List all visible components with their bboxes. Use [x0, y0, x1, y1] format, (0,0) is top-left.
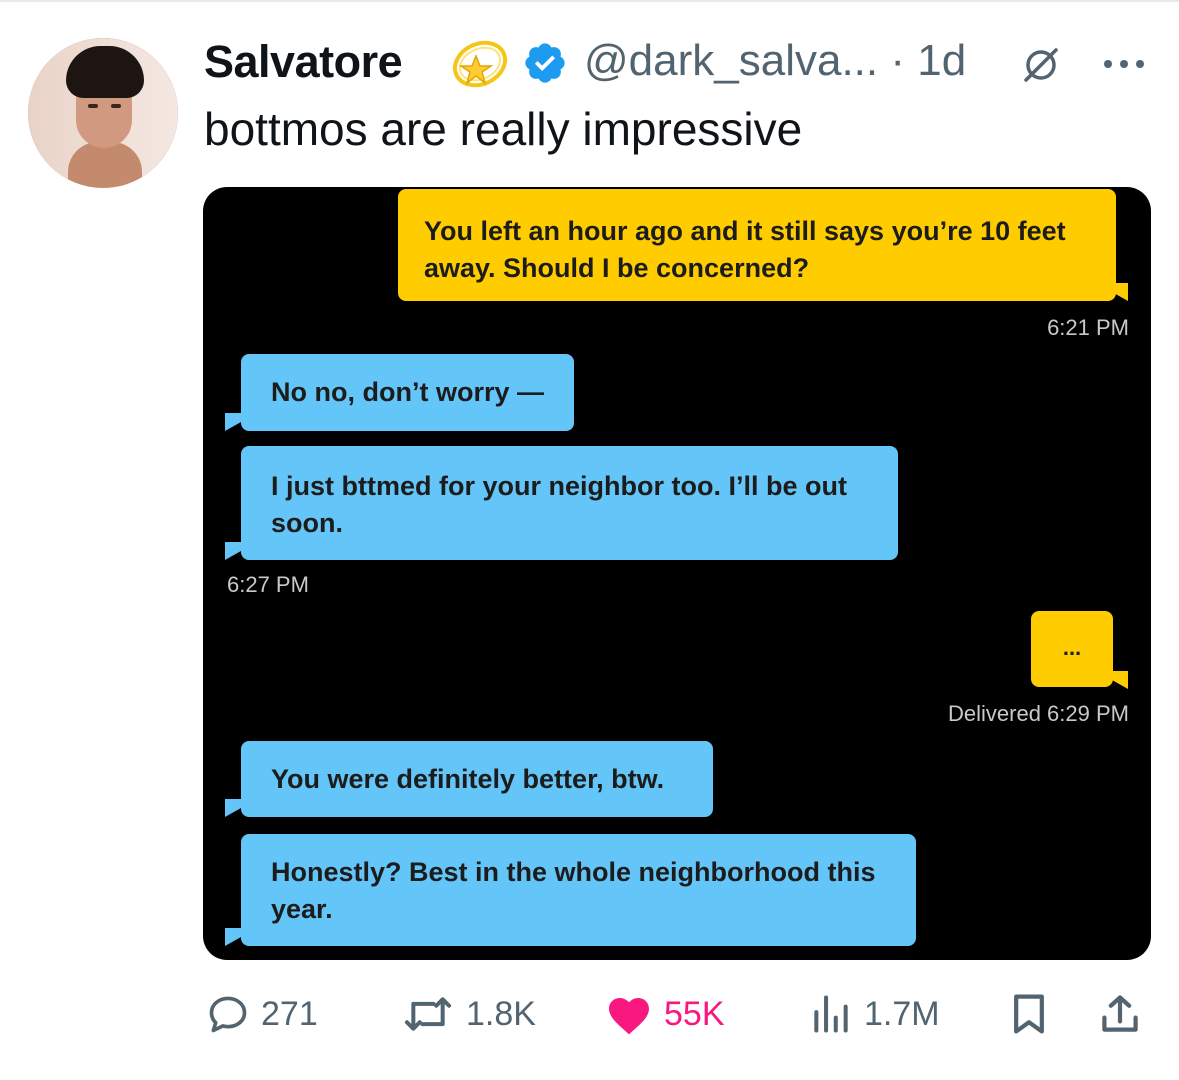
repost-icon — [404, 997, 452, 1031]
chat-bubble-received: You were definitely better, btw. — [241, 741, 713, 817]
chat-bubble-received: Honestly? Best in the whole neighborhood… — [241, 834, 916, 946]
reply-button[interactable]: 271 — [205, 992, 318, 1036]
reply-count: 271 — [261, 994, 318, 1033]
repost-button[interactable]: 1.8K — [400, 992, 536, 1036]
like-icon — [609, 998, 649, 1035]
message-time: 6:21 PM — [1047, 315, 1129, 340]
bookmark-icon — [1014, 994, 1044, 1034]
chat-bubble-sent: You left an hour ago and it still says y… — [398, 189, 1116, 301]
chat-bubble-received: No no, don’t worry — — [241, 354, 574, 431]
repost-count: 1.8K — [466, 994, 536, 1033]
bubble-tail — [225, 413, 257, 431]
views-button[interactable]: 1.7M — [808, 992, 940, 1036]
message-time: Delivered 6:29 PM — [948, 701, 1129, 726]
like-count: 55K — [664, 994, 725, 1033]
bookmark-button[interactable] — [1008, 992, 1050, 1036]
bubble-tail — [225, 928, 257, 946]
chat-bubble-received: I just bttmed for your neighbor too. I’l… — [241, 446, 898, 560]
top-divider — [0, 0, 1179, 2]
author-name[interactable]: Salvatore — [204, 36, 403, 88]
bubble-tail — [1096, 283, 1128, 301]
grok-icon[interactable] — [1020, 44, 1062, 86]
bubble-tail — [225, 799, 257, 817]
bubble-tail — [225, 542, 257, 560]
tweet-text: bottmos are really impressive — [204, 103, 803, 155]
message-time: 6:27 PM — [227, 572, 309, 597]
share-icon — [1102, 995, 1138, 1032]
tweet-image[interactable]: You left an hour ago and it still says y… — [203, 187, 1151, 960]
views-icon — [814, 995, 848, 1033]
bubble-tail — [1096, 671, 1128, 689]
reply-icon — [209, 996, 247, 1033]
views-count: 1.7M — [864, 994, 940, 1033]
like-button[interactable]: 55K — [604, 992, 725, 1036]
comet-emoji-icon — [452, 40, 508, 88]
share-button[interactable] — [1098, 992, 1142, 1036]
more-icon[interactable] — [1102, 56, 1146, 72]
verified-badge-icon[interactable] — [522, 40, 568, 86]
handle-and-time[interactable]: @dark_salva... · 1d — [584, 36, 966, 86]
avatar[interactable] — [28, 38, 178, 188]
